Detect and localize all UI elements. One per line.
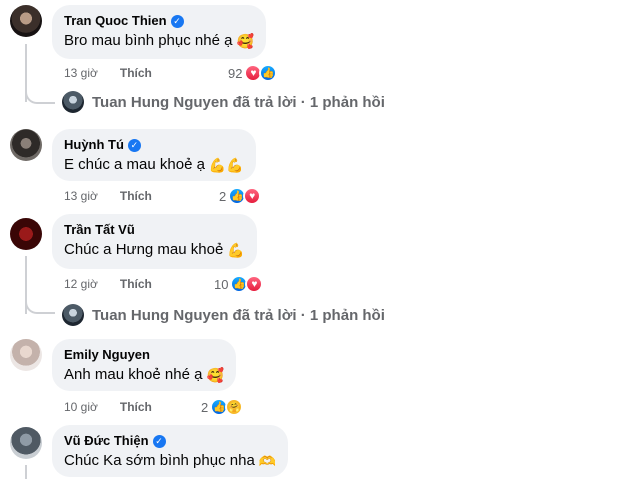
reaction-summary[interactable]: 10 👍 ♥ (214, 275, 264, 293)
like-button[interactable]: Thích (120, 189, 152, 203)
verified-badge-icon: ✓ (170, 14, 184, 28)
reaction-count: 10 (214, 276, 229, 292)
thread-line (25, 465, 27, 479)
commenter-name[interactable]: Emily Nguyen (64, 347, 150, 363)
reply-summary[interactable]: Tuan Hung Nguyen đã trả lời · 1 phản hồi (62, 304, 385, 326)
reaction-count: 2 (201, 399, 209, 415)
comment-bubble: Trần Tất Vũ Chúc a Hưng mau khoẻ 💪 (52, 214, 257, 269)
replier-avatar (62, 304, 84, 326)
comment-text: Bro mau bình phục nhé ạ (64, 32, 233, 49)
reply-summary-text[interactable]: Tuan Hung Nguyen đã trả lời · 1 phản hồi (92, 94, 385, 111)
heart-hands-emoji-icon: 🫶 (258, 453, 277, 469)
avatar[interactable] (10, 427, 42, 459)
verified-badge-icon: ✓ (127, 138, 141, 152)
reply-connector (25, 90, 55, 104)
commenter-name[interactable]: Vũ Đức Thiện (64, 433, 149, 449)
comment-actions: 13 giờ Thích (64, 66, 152, 80)
comment-timestamp[interactable]: 10 giờ (64, 400, 98, 414)
commenter-name[interactable]: Tran Quoc Thien (64, 13, 167, 29)
love-reaction-icon: ♥ (245, 275, 264, 293)
like-button[interactable]: Thích (120, 400, 152, 414)
smiling-hearts-emoji-icon: 🥰 (206, 367, 224, 383)
comment-text: Chúc a Hưng mau khoẻ (64, 241, 224, 258)
comment-bubble: Vũ Đức Thiện ✓ Chúc Ka sớm bình phục nha… (52, 425, 289, 477)
like-reaction-icon: 👍 (259, 64, 278, 82)
comment-actions: 10 giờ Thích (64, 400, 152, 414)
reply-connector (25, 300, 55, 314)
comment-actions: 12 giờ Thích (64, 277, 152, 291)
commenter-name[interactable]: Trần Tất Vũ (64, 222, 135, 238)
flexed-biceps-emoji-icon: 💪 (227, 242, 245, 258)
reaction-count: 2 (219, 188, 227, 204)
avatar[interactable] (10, 339, 42, 371)
smiling-hearts-emoji-icon: 🥰 (236, 33, 254, 49)
avatar[interactable] (10, 218, 42, 250)
like-button[interactable]: Thích (120, 277, 152, 291)
care-reaction-icon: 🤗 (225, 398, 244, 416)
love-reaction-icon: ♥ (243, 187, 262, 205)
reply-summary[interactable]: Tuan Hung Nguyen đã trả lời · 1 phản hồi (62, 91, 385, 113)
reaction-summary[interactable]: 92 ♥ 👍 (228, 64, 278, 82)
comment-bubble: Huỳnh Tú ✓ E chúc a mau khoẻ ạ 💪💪 (52, 129, 256, 181)
comment-timestamp[interactable]: 12 giờ (64, 277, 98, 291)
reaction-summary[interactable]: 2 👍 🤗 (201, 398, 244, 416)
reply-summary-text[interactable]: Tuan Hung Nguyen đã trả lời · 1 phản hồi (92, 307, 385, 324)
comment-bubble: Tran Quoc Thien ✓ Bro mau bình phục nhé … (52, 5, 266, 59)
verified-badge-icon: ✓ (152, 434, 166, 448)
comment-bubble: Emily Nguyen Anh mau khoẻ nhé ạ 🥰 (52, 339, 236, 391)
comment-timestamp[interactable]: 13 giờ (64, 66, 98, 80)
commenter-name[interactable]: Huỳnh Tú (64, 137, 124, 153)
comment-text: Chúc Ka sớm bình phục nha (64, 452, 255, 469)
comment-actions: 13 giờ Thích (64, 189, 152, 203)
comment-text: E chúc a mau khoẻ ạ (64, 156, 205, 173)
comment-text: Anh mau khoẻ nhé ạ (64, 366, 203, 383)
comment-timestamp[interactable]: 13 giờ (64, 189, 98, 203)
avatar[interactable] (10, 5, 42, 37)
replier-avatar (62, 91, 84, 113)
flexed-biceps-emoji-icon: 💪💪 (208, 157, 244, 173)
reaction-count: 92 (228, 65, 243, 81)
avatar[interactable] (10, 129, 42, 161)
reaction-summary[interactable]: 2 👍 ♥ (219, 187, 262, 205)
like-button[interactable]: Thích (120, 66, 152, 80)
